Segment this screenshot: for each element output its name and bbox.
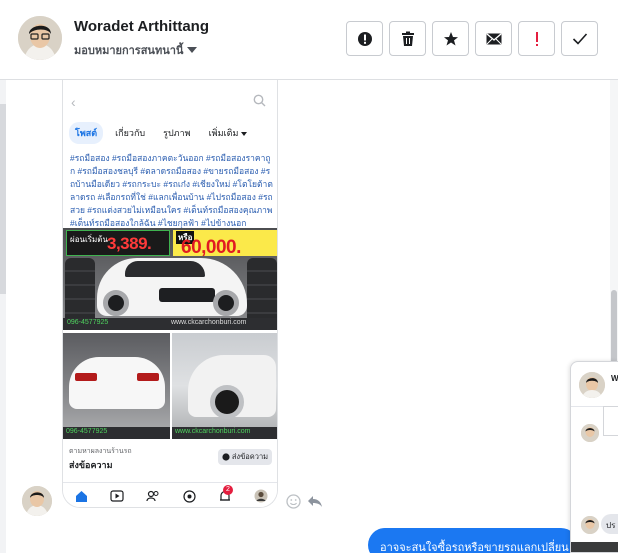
photo-footer-strip: 096-4577925 www.ckcarchonburi.com xyxy=(63,318,277,330)
page-info-text: ตามหาผลงานร้านรถ xyxy=(69,448,132,455)
flag-important-button[interactable] xyxy=(518,21,555,56)
left-pane-edge xyxy=(0,80,6,553)
video-icon xyxy=(109,488,125,504)
reply-arrow-icon[interactable] xyxy=(307,495,323,508)
tab-more: เพิ่มเติม xyxy=(203,122,254,144)
friends-icon xyxy=(145,488,161,504)
contact-avatar[interactable] xyxy=(18,16,62,60)
mini-chat-avatar xyxy=(579,372,605,398)
promo-price: หรือ 60,000. xyxy=(173,230,277,258)
tab-photos: รูปภาพ xyxy=(163,128,191,138)
sender-avatar[interactable] xyxy=(22,486,52,516)
car-window xyxy=(125,261,205,277)
mark-unread-button[interactable] xyxy=(475,21,512,56)
envelope-icon xyxy=(486,32,501,44)
back-arrow-icon: ‹ xyxy=(71,94,76,110)
outgoing-message-bubble[interactable]: อาจจะสนใจซื้อรถหรือขายรถแลกเปลี่ยน xyxy=(368,528,578,553)
car-wheel xyxy=(210,385,244,419)
post-hashtags: #รถมือสอง #รถมือสองภาคตะวันออก #รถมือสอง… xyxy=(70,153,273,228)
caret-down-icon xyxy=(241,131,248,136)
alert-circle-icon xyxy=(357,31,372,46)
page-tabs: โพสต์ เกี่ยวกับ รูปภาพ เพิ่มเติม xyxy=(69,122,253,144)
star-button[interactable] xyxy=(432,21,469,56)
car-photo-side: www.ckcarchonburi.com xyxy=(172,333,277,439)
tab-about: เกี่ยวกับ xyxy=(115,128,146,138)
marketplace-icon xyxy=(181,488,197,504)
mark-spam-button[interactable] xyxy=(346,21,383,56)
mini-chat-sender-avatar xyxy=(581,424,599,442)
phone-topbar: ‹ xyxy=(63,80,277,116)
message-actions xyxy=(286,494,323,509)
profile-icon xyxy=(253,488,269,504)
assign-conversation-dropdown[interactable]: มอบหมายการสนทนานี้ xyxy=(74,41,198,59)
car-wheel xyxy=(213,290,239,316)
delete-button[interactable] xyxy=(389,21,426,56)
search-icon xyxy=(253,94,266,107)
assign-label: มอบหมายการสนทนานี้ xyxy=(74,45,184,57)
home-icon xyxy=(73,488,89,504)
shared-post-image[interactable]: ‹ โพสต์ เกี่ยวกับ รูปภาพ เพิ่มเติม #รถมื… xyxy=(62,80,278,508)
conversation-actions xyxy=(346,21,598,56)
mini-chat-sender-avatar xyxy=(581,516,599,534)
trash-icon xyxy=(401,31,414,46)
phone-bottom-nav: 2 xyxy=(63,482,277,507)
emoji-reaction-icon[interactable] xyxy=(286,494,301,509)
star-icon xyxy=(443,31,458,45)
conversation-header: Woradet Arthittang มอบหมายการสนทนานี้ xyxy=(0,0,618,80)
checkmark-icon xyxy=(572,32,587,45)
exclamation-icon xyxy=(535,31,538,46)
car-grill xyxy=(159,288,215,302)
send-message-button: ส่งข้อความ xyxy=(218,449,272,465)
car-photo-rear: 096-4577925 xyxy=(63,333,170,439)
car-photo-main: ผ่อนเริ่มต้น 3,389. หรือ 60,000. 096-457… xyxy=(63,228,277,330)
mark-done-button[interactable] xyxy=(561,21,598,56)
chat-preview-panel[interactable]: W ปร xyxy=(570,361,618,553)
caret-down-icon xyxy=(187,47,198,53)
notification-badge: 2 xyxy=(223,485,233,495)
mini-chat-bubble: ปร xyxy=(601,514,618,534)
promo-installment: ผ่อนเริ่มต้น 3,389. xyxy=(66,230,170,256)
page-cta-text: ส่งข้อความ xyxy=(69,460,113,470)
contact-name[interactable]: Woradet Arthittang xyxy=(74,18,209,35)
car-wheel xyxy=(103,290,129,316)
tab-posts: โพสต์ xyxy=(69,122,104,144)
mini-chat-post-thumbnail xyxy=(603,406,618,436)
mini-chat-initial: W xyxy=(611,374,618,383)
messenger-icon xyxy=(222,453,230,461)
car-rear xyxy=(69,357,165,409)
